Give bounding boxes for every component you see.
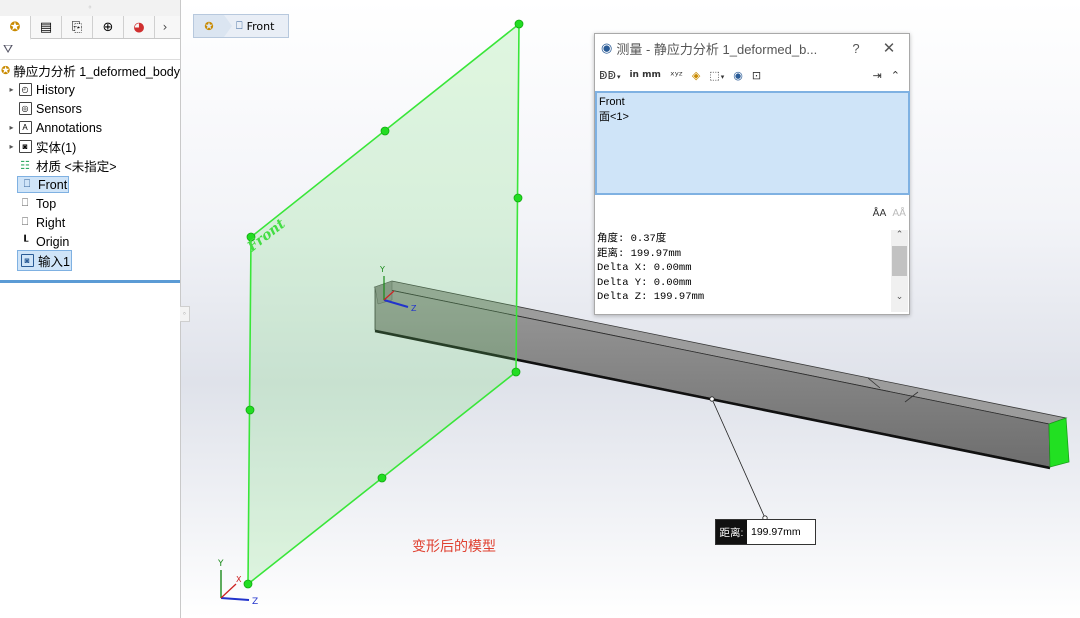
tree-item-solid-bodies[interactable]: ▸ ◙ 实体(1) bbox=[0, 137, 180, 156]
part-icon[interactable]: ✪ bbox=[194, 15, 224, 37]
result-line: Delta Y: 0.00mm bbox=[597, 276, 692, 289]
result-line: Delta Z: 199.97mm bbox=[597, 291, 705, 304]
svg-text:Y: Y bbox=[217, 559, 224, 569]
arc-circle-measure-icon[interactable]: ↁↁ▾ bbox=[599, 69, 620, 82]
tree-item-sensors[interactable]: ◎ Sensors bbox=[0, 99, 180, 118]
solid-bodies-folder-icon: ◙ bbox=[17, 139, 33, 154]
svg-text:Z: Z bbox=[252, 597, 258, 607]
svg-text:Y: Y bbox=[379, 265, 385, 274]
result-line: Delta X: 0.00mm bbox=[597, 262, 692, 275]
selection-item[interactable]: 面<1> bbox=[597, 108, 908, 124]
display-manager-tab[interactable]: ◕ bbox=[124, 16, 155, 38]
point-to-point-icon[interactable]: ◈ bbox=[692, 69, 700, 82]
measure-results: 角度: 0.37度 距离: 199.97mm Delta X: 0.00mm D… bbox=[597, 232, 704, 305]
measure-history-icon[interactable]: ◉ bbox=[733, 69, 743, 82]
tree-item-history[interactable]: ▸ ◴ History bbox=[0, 80, 180, 99]
results-scrollbar[interactable]: ⌃ ⌄ bbox=[891, 230, 908, 312]
tree-item-top[interactable]: ⎕ Top bbox=[0, 194, 180, 213]
front-plane[interactable]: Front bbox=[243, 19, 524, 589]
feature-tree: ✪ 静应力分析 1_deformed_body ▸ ◴ History ◎ Se… bbox=[0, 60, 180, 271]
measure-icon: ◉ bbox=[601, 40, 613, 55]
scroll-up-icon[interactable]: ⌃ bbox=[891, 230, 908, 244]
measure-title: 测量 - 静应力分析 1_deformed_b... bbox=[616, 41, 818, 57]
end-face[interactable] bbox=[1048, 417, 1070, 468]
tree-item-material[interactable]: ☷ 材质 <未指定> bbox=[0, 156, 180, 175]
measure-toolbar: ↁↁ▾ in mm ˣʸᶻ ◈ ⬚▾ ◉ ⊡ ⇥ ⌃ bbox=[595, 62, 909, 88]
expand-arrow-icon[interactable]: ▸ bbox=[6, 85, 17, 94]
close-button[interactable]: ✕ bbox=[869, 39, 909, 57]
manager-tabs: ✪ ▤ ⎘ ⊕ ◕ › bbox=[0, 16, 180, 40]
property-manager-tab[interactable]: ▤ bbox=[31, 16, 62, 38]
selection-box[interactable]: Front 面<1> bbox=[595, 91, 910, 195]
tree-item-front[interactable]: ⎕ Front bbox=[0, 175, 180, 194]
result-line: 距离: 199.97mm bbox=[597, 247, 682, 260]
feature-manager-tab[interactable]: ✪ bbox=[0, 16, 31, 40]
tree-item-right[interactable]: ⎕ Right bbox=[0, 213, 180, 232]
tree-item-annotations[interactable]: ▸ A Annotations bbox=[0, 118, 180, 137]
tabs-more-icon[interactable]: › bbox=[155, 16, 175, 38]
collapse-icon[interactable]: ⌃ bbox=[891, 69, 900, 82]
decrease-font-icon[interactable]: AÅ bbox=[892, 208, 906, 219]
tree-root-label: 静应力分析 1_deformed_body bbox=[13, 65, 180, 79]
svg-text:Z: Z bbox=[411, 304, 417, 313]
sensors-folder-icon: ◎ bbox=[17, 101, 33, 116]
plane-icon: ⎕ bbox=[21, 197, 29, 209]
callout-key: 距离: bbox=[716, 520, 747, 544]
tree-item-origin[interactable]: ┖ Origin bbox=[0, 232, 180, 251]
distance-callout[interactable]: 距离: 199.97mm bbox=[715, 519, 816, 545]
model-caption: 变形后的模型 bbox=[412, 539, 496, 555]
panel-splitter[interactable] bbox=[0, 280, 180, 283]
part-icon: ✪ bbox=[1, 65, 11, 77]
expand-arrow-icon[interactable]: ▸ bbox=[6, 142, 17, 151]
plane-icon: ⎕ bbox=[21, 216, 29, 228]
configuration-manager-tab[interactable]: ⎘ bbox=[62, 16, 93, 38]
imported-body-icon: ◙ bbox=[19, 253, 35, 268]
tree-item-import1[interactable]: ◙ 输入1 bbox=[0, 250, 180, 271]
collapse-panel-handle[interactable]: ◦ bbox=[180, 306, 190, 322]
create-sensor-icon[interactable]: ⊡ bbox=[752, 69, 761, 82]
expand-arrow-icon[interactable]: ▸ bbox=[6, 123, 17, 132]
callout-value: 199.97mm bbox=[751, 526, 801, 538]
help-button[interactable]: ? bbox=[843, 41, 869, 56]
pin-icon[interactable]: ⇥ bbox=[873, 69, 882, 82]
tree-root[interactable]: ✪ 静应力分析 1_deformed_body bbox=[0, 61, 180, 80]
font-size-controls: ÅA AÅ bbox=[867, 208, 906, 219]
breadcrumb: ✪ ⎕ Front bbox=[193, 14, 289, 38]
material-icon: ☷ bbox=[20, 160, 30, 172]
show-xyz-icon[interactable]: ˣʸᶻ bbox=[670, 69, 683, 82]
units-precision-button[interactable]: in mm bbox=[629, 70, 660, 80]
selection-item[interactable]: Front bbox=[597, 96, 908, 108]
measure-dialog: ◉ 测量 - 静应力分析 1_deformed_b... ? ✕ ↁↁ▾ in … bbox=[594, 33, 910, 315]
dimxpert-tab[interactable]: ⊕ bbox=[93, 16, 124, 38]
plane-icon: ⎕ bbox=[236, 19, 243, 32]
panel-drag-handle[interactable]: ◦ bbox=[0, 0, 180, 16]
scroll-down-icon[interactable]: ⌄ bbox=[891, 292, 908, 306]
origin-icon: ┖ bbox=[21, 236, 29, 248]
plane-icon: ⎕ bbox=[23, 178, 31, 190]
result-line: 角度: 0.37度 bbox=[597, 233, 667, 245]
filter-icon[interactable]: ⛛ bbox=[0, 39, 180, 60]
breadcrumb-item-front[interactable]: ⎕ Front bbox=[232, 15, 274, 37]
scroll-thumb[interactable] bbox=[892, 246, 907, 276]
measure-leader bbox=[709, 396, 768, 521]
annotations-folder-icon: A bbox=[17, 120, 33, 135]
feature-manager-panel: ◦ ✪ ▤ ⎘ ⊕ ◕ › ⛛ ✪ 静应力分析 1_deformed_body … bbox=[0, 0, 181, 618]
projection-icon[interactable]: ⬚▾ bbox=[709, 69, 724, 82]
svg-text:X: X bbox=[236, 575, 242, 584]
history-folder-icon: ◴ bbox=[17, 82, 33, 97]
measure-title-bar[interactable]: ◉ 测量 - 静应力分析 1_deformed_b... ? ✕ bbox=[595, 34, 909, 62]
increase-font-icon[interactable]: ÅA bbox=[873, 208, 887, 219]
